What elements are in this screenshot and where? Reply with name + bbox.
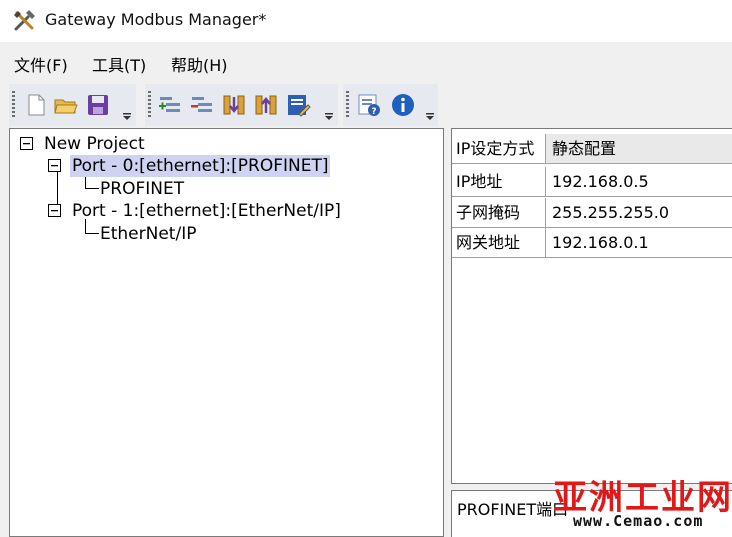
prop-row-gateway[interactable]: 网关地址 192.168.0.1 xyxy=(452,228,732,258)
prop-name-subnet-mask: 子网掩码 xyxy=(452,198,546,228)
about-icon[interactable] xyxy=(390,92,416,118)
toolbar-overflow-icon[interactable] xyxy=(324,113,334,121)
prop-row-ip-address[interactable]: IP地址 192.168.0.5 xyxy=(452,167,732,197)
toolbar-edit xyxy=(145,84,338,126)
project-tree[interactable]: New Project Port - 0:[ethernet]:[PROFINE… xyxy=(9,128,444,537)
open-folder-icon[interactable] xyxy=(53,92,79,118)
export-icon[interactable] xyxy=(253,92,279,118)
add-port-icon[interactable] xyxy=(157,92,183,118)
gateway-field[interactable]: 192.168.0.1 xyxy=(546,228,732,258)
watermark-url: www.Cemao.com xyxy=(573,512,704,530)
prop-name-gateway: 网关地址 xyxy=(452,228,546,258)
tree-label-ethernetip: EtherNet/IP xyxy=(100,224,197,244)
toolbar-overflow-icon[interactable] xyxy=(425,113,435,121)
toolbar-overflow-icon[interactable] xyxy=(122,113,132,121)
collapse-icon[interactable] xyxy=(20,137,33,150)
prop-row-ip-mode[interactable]: IP设定方式 静态配置 xyxy=(452,134,732,164)
tree-connector xyxy=(85,233,99,234)
collapse-icon[interactable] xyxy=(48,204,61,217)
toolbar-grip[interactable] xyxy=(346,91,349,119)
prop-name-ip-mode: IP设定方式 xyxy=(452,134,546,164)
subnet-mask-field[interactable]: 255.255.255.0 xyxy=(546,198,732,228)
menu-file[interactable]: 文件(F) xyxy=(14,52,68,76)
menu-tools[interactable]: 工具(T) xyxy=(92,52,146,76)
prop-name-ip-address: IP地址 xyxy=(452,167,546,197)
tree-label-profinet: PROFINET xyxy=(100,179,185,199)
remove-port-icon[interactable] xyxy=(189,92,215,118)
save-icon[interactable] xyxy=(85,92,111,118)
tree-label-port-1: Port - 1:[ethernet]:[EtherNet/IP] xyxy=(72,201,341,221)
title-bar: Gateway Modbus Manager* xyxy=(0,0,732,42)
watermark: 亚洲工业网 www.Cemao.com xyxy=(545,470,732,537)
help-contents-icon[interactable]: ? xyxy=(356,92,382,118)
svg-text:?: ? xyxy=(371,107,376,117)
property-grid: IP设定方式 静态配置 IP地址 192.168.0.5 子网掩码 255.25… xyxy=(451,128,732,484)
ip-mode-select[interactable]: 静态配置 xyxy=(546,134,732,164)
window-title: Gateway Modbus Manager* xyxy=(45,10,267,29)
toolbar-file xyxy=(9,84,136,126)
prop-row-subnet-mask[interactable]: 子网掩码 255.255.255.0 xyxy=(452,198,732,228)
tools-app-icon xyxy=(14,10,35,31)
menu-help[interactable]: 帮助(H) xyxy=(171,52,228,76)
toolbar-grip[interactable] xyxy=(12,91,15,119)
toolbar-help: ? xyxy=(343,84,438,126)
ip-address-field[interactable]: 192.168.0.5 xyxy=(546,167,732,197)
collapse-icon[interactable] xyxy=(48,159,61,172)
tree-label-root: New Project xyxy=(44,134,145,154)
import-icon[interactable] xyxy=(221,92,247,118)
menu-bar: 文件(F) 工具(T) 帮助(H) xyxy=(0,42,732,82)
edit-icon[interactable] xyxy=(285,92,311,118)
tree-connector xyxy=(85,188,99,189)
tree-label-port-0: Port - 0:[ethernet]:[PROFINET] xyxy=(70,155,331,177)
new-file-icon[interactable] xyxy=(23,92,49,118)
toolbar-grip[interactable] xyxy=(148,91,151,119)
